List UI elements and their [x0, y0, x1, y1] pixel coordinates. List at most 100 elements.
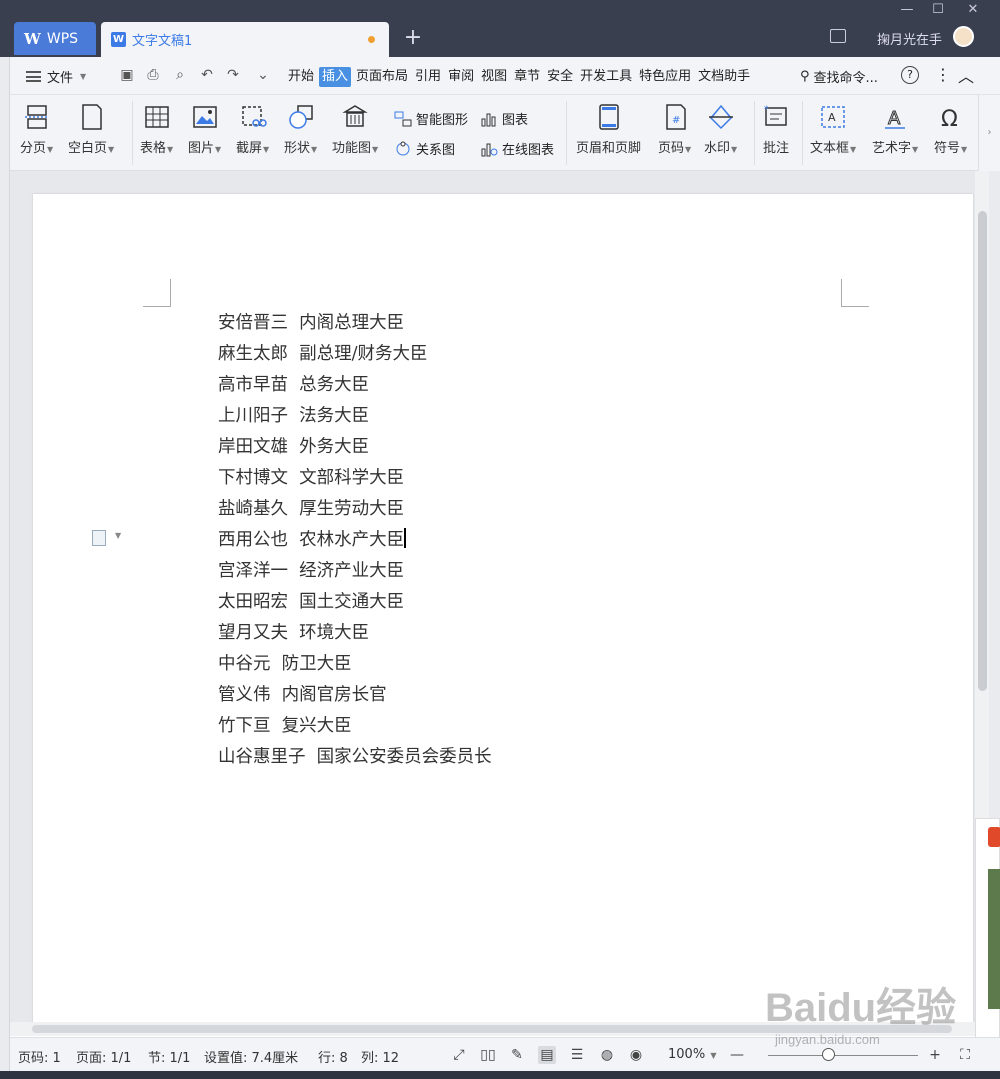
text-line: 盐崎基久 厚生劳动大臣	[218, 499, 405, 519]
page-break-button[interactable]: 分页▼	[20, 103, 53, 156]
tab-page-layout[interactable]: 页面布局	[354, 67, 410, 87]
new-tab-button[interactable]: +	[401, 24, 425, 52]
tab-home[interactable]: 开始	[286, 67, 316, 87]
save-icon[interactable]: ▣	[118, 66, 136, 84]
text-box-button[interactable]: A 文本框▼	[810, 103, 856, 156]
tab-view[interactable]: 视图	[479, 67, 509, 87]
page-number-icon: #	[665, 104, 686, 130]
title-bar: W WPS W 文字文稿1 + — ☐ ✕ 掬月光在手	[0, 0, 1000, 57]
outline-view-icon[interactable]: ☰	[568, 1046, 586, 1064]
status-setting[interactable]: 设置值: 7.4厘米	[204, 1047, 298, 1066]
function-chart-icon	[342, 105, 368, 127]
zoom-in-icon[interactable]: +	[926, 1046, 944, 1064]
left-gutter	[0, 57, 10, 1079]
undo-icon[interactable]: ↶	[198, 66, 216, 84]
table-button[interactable]: 表格▼	[140, 103, 173, 156]
page-view-icon[interactable]: ▤	[538, 1046, 556, 1064]
file-menu-label: 文件	[47, 71, 74, 86]
writing-mode-icon[interactable]: ✎	[508, 1046, 526, 1064]
side-ad-card[interactable]	[975, 818, 1000, 1048]
screenshot-button[interactable]: 截屏▼	[236, 103, 269, 156]
chevron-down-icon[interactable]: ▼	[115, 531, 121, 540]
baidu-watermark: Baidu经验	[765, 986, 957, 1030]
tab-insert[interactable]: 插入	[319, 67, 352, 87]
unsaved-dot-icon	[368, 36, 375, 43]
smart-art-button[interactable]: 智能图形	[394, 109, 468, 128]
close-button[interactable]: ✕	[959, 2, 987, 17]
shapes-button[interactable]: 形状▼	[284, 103, 317, 156]
tab-security[interactable]: 安全	[545, 67, 575, 87]
tab-review[interactable]: 审阅	[446, 67, 476, 87]
text-line: 下村博文 文部科学大臣	[218, 468, 405, 488]
shapes-icon	[288, 105, 313, 129]
eye-protection-icon[interactable]: ◉	[627, 1046, 645, 1064]
hamburger-icon	[26, 71, 41, 82]
watermark-button[interactable]: 水印▼	[704, 103, 737, 156]
right-side-strip	[989, 171, 1000, 821]
bar-chart-icon	[481, 113, 496, 126]
paragraph-handle-icon[interactable]	[92, 530, 106, 546]
vertical-scroll-thumb[interactable]	[978, 211, 987, 691]
ribbon-scroll-right-icon[interactable]: ›	[978, 95, 1000, 171]
zoom-out-icon[interactable]: —	[728, 1046, 746, 1064]
word-art-button[interactable]: A 艺术字▼	[872, 103, 918, 157]
zoom-level-dropdown[interactable]: 100% ▼	[668, 1047, 716, 1062]
picture-button[interactable]: 图片▼	[188, 103, 221, 156]
tab-doc-assistant[interactable]: 文档助手	[696, 67, 752, 87]
screen-mirror-icon[interactable]	[830, 29, 846, 43]
tab-references[interactable]: 引用	[413, 67, 443, 87]
document-body[interactable]: 安倍晋三 内阁总理大臣 麻生太郎 副总理/财务大臣 高市早苗 总务大臣 上川阳子…	[218, 308, 492, 773]
ribbon-separator	[566, 101, 567, 165]
header-footer-button[interactable]: 页眉和页脚	[576, 103, 641, 156]
user-name[interactable]: 掬月光在手	[877, 29, 942, 48]
help-icon[interactable]: ?	[901, 66, 919, 84]
redo-icon[interactable]: ↷	[224, 66, 242, 84]
fullscreen-icon[interactable]: ⤢	[450, 1046, 468, 1064]
screenshot-label: 截屏	[236, 141, 263, 156]
online-chart-button[interactable]: 在线图表	[480, 139, 554, 158]
search-icon: ⚲	[800, 69, 810, 84]
page-number-button[interactable]: # 页码▼	[658, 103, 691, 156]
wps-home-tab[interactable]: W WPS	[14, 22, 96, 55]
tab-chapter[interactable]: 章节	[512, 67, 542, 87]
find-command[interactable]: ⚲ 查找命令...	[800, 67, 878, 86]
status-page-code: 页码: 1	[18, 1051, 61, 1066]
collapse-ribbon-icon[interactable]: ︿	[958, 63, 974, 87]
document-tab[interactable]: W 文字文稿1	[101, 22, 389, 57]
ad-image	[988, 869, 1000, 1009]
zoom-slider-track[interactable]	[768, 1055, 918, 1056]
text-box-icon: A	[821, 106, 845, 128]
comment-icon: *	[764, 105, 787, 126]
document-page[interactable]: 安倍晋三 内阁总理大臣 麻生太郎 副总理/财务大臣 高市早苗 总务大臣 上川阳子…	[33, 194, 973, 1023]
ribbon-separator	[802, 101, 803, 165]
maximize-button[interactable]: ☐	[924, 2, 952, 17]
chart-button[interactable]: 图表	[480, 109, 528, 128]
print-preview-icon[interactable]: ⌕	[171, 66, 189, 84]
quick-access-more-icon[interactable]: ⌄	[254, 66, 272, 84]
relation-chart-icon	[396, 141, 410, 155]
print-icon[interactable]: ⎙	[144, 66, 162, 84]
text-line: 麻生太郎 副总理/财务大臣	[218, 344, 428, 364]
symbol-button[interactable]: Ω 符号▼	[934, 103, 967, 156]
relation-chart-button[interactable]: 关系图	[394, 139, 455, 158]
text-line: 岸田文雄 外务大臣	[218, 437, 370, 457]
web-view-icon[interactable]: ◍	[598, 1046, 616, 1064]
zoom-slider-knob[interactable]	[822, 1048, 835, 1061]
tab-developer[interactable]: 开发工具	[578, 67, 634, 87]
wps-home-label: WPS	[46, 30, 79, 47]
reading-mode-icon[interactable]: ▯▯	[479, 1046, 497, 1064]
text-line: 安倍晋三 内阁总理大臣	[218, 313, 405, 333]
avatar[interactable]	[953, 26, 974, 47]
shapes-label: 形状	[284, 141, 311, 156]
more-options-icon[interactable]: ⋮	[935, 65, 951, 84]
function-chart-label: 功能图	[332, 141, 372, 156]
text-cursor	[404, 528, 406, 548]
tab-special[interactable]: 特色应用	[637, 67, 693, 87]
blank-page-button[interactable]: 空白页▼	[68, 103, 114, 156]
function-chart-button[interactable]: 功能图▼	[332, 103, 378, 156]
fit-window-icon[interactable]: ⛶	[956, 1046, 974, 1064]
file-menu[interactable]: 文件 ▼	[26, 67, 86, 86]
minimize-button[interactable]: —	[893, 2, 921, 17]
text-line: 上川阳子 法务大臣	[218, 406, 370, 426]
comment-button[interactable]: * 批注	[762, 103, 790, 156]
